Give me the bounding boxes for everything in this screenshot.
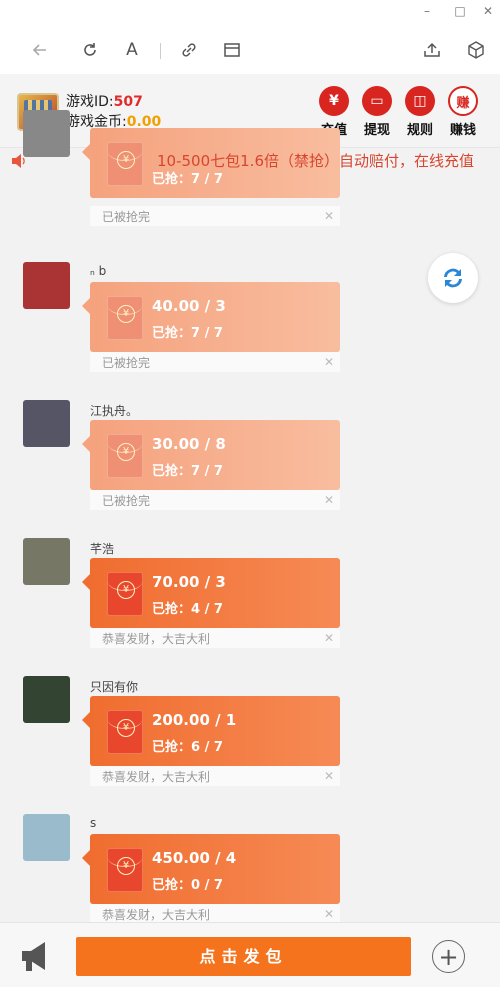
sender-name: 只因有你 — [90, 680, 139, 694]
megaphone-icon[interactable] — [18, 939, 58, 973]
packet-amount: 70.00 / 3 — [152, 573, 226, 591]
packet-grabbed: 已抢：7 / 7 — [152, 326, 223, 341]
avatar[interactable] — [23, 400, 70, 447]
pin-icon: ✕ — [323, 907, 334, 921]
packet-footer: 恭喜发财，大吉大利 ✕ — [90, 628, 340, 648]
packet-footer: 已被抢完 ✕ — [90, 490, 340, 510]
share-icon[interactable] — [420, 38, 444, 62]
cube-icon[interactable] — [464, 38, 488, 62]
red-packet[interactable]: ¥ 40.00 / 3 已抢：7 / 7 — [82, 282, 340, 352]
avatar[interactable] — [23, 538, 70, 585]
message-item: ѕ ¥ 450.00 / 4 已抢：0 / 7 恭喜发财，大吉大利 ✕ — [0, 814, 500, 924]
game-id-label: 游戏ID: — [66, 94, 114, 110]
sender-name: ₙ b — [90, 264, 107, 278]
packet-grabbed: 已抢：0 / 7 — [152, 878, 223, 893]
red-packet[interactable]: ¥ 30.00 / 8 已抢：7 / 7 — [82, 420, 340, 490]
packet-status: 恭喜发财，大吉大利 — [102, 770, 211, 784]
packet-grabbed: 已抢：6 / 7 — [152, 740, 223, 755]
minimize-button[interactable]: – — [417, 3, 437, 19]
refresh-page-icon[interactable] — [78, 38, 102, 62]
packet-status: 已被抢完 — [102, 210, 151, 224]
toolbar-divider — [160, 43, 161, 59]
red-packet[interactable]: ¥ 200.00 / 1 已抢：6 / 7 — [82, 696, 340, 766]
envelope-icon: ¥ — [107, 848, 143, 892]
sender-name: ѕ — [90, 816, 97, 830]
message-item: 芊浩 ¥ 70.00 / 3 已抢：4 / 7 恭喜发财，大吉大利 ✕ — [0, 538, 500, 648]
packet-grabbed: 已抢：4 / 7 — [152, 602, 223, 617]
packet-footer: 已被抢完 ✕ — [90, 206, 340, 226]
add-icon[interactable]: + — [432, 940, 465, 973]
packet-amount: 40.00 / 3 — [152, 297, 226, 315]
pin-icon: ✕ — [323, 493, 334, 507]
packet-amount: 200.00 / 1 — [152, 711, 237, 729]
envelope-icon: ¥ — [107, 296, 143, 340]
packet-status: 恭喜发财，大吉大利 — [102, 908, 211, 922]
browser-toolbar: A — [0, 26, 500, 74]
send-red-packet-button[interactable]: 点击发包 — [76, 937, 411, 976]
pin-icon: ✕ — [323, 631, 334, 645]
window-icon[interactable] — [220, 38, 244, 62]
packet-grabbed: 已抢：7 / 7 — [152, 464, 223, 479]
packet-status: 已被抢完 — [102, 356, 151, 370]
avatar[interactable] — [23, 814, 70, 861]
red-packet[interactable]: ¥ 70.00 / 3 已抢：4 / 7 — [82, 558, 340, 628]
link-icon[interactable] — [177, 38, 201, 62]
packet-amount: 30.00 / 8 — [152, 435, 226, 453]
pin-icon: ✕ — [323, 209, 334, 223]
pin-icon: ✕ — [323, 355, 334, 369]
font-size-icon[interactable]: A — [120, 38, 144, 62]
back-icon[interactable] — [28, 38, 52, 62]
pin-icon: ✕ — [323, 769, 334, 783]
envelope-icon: ¥ — [107, 572, 143, 616]
refresh-icon — [444, 268, 462, 288]
avatar[interactable] — [23, 676, 70, 723]
close-button[interactable]: ✕ — [478, 3, 498, 19]
sender-name: 江执舟。 — [90, 404, 139, 418]
announcement-text: 10-500七包1.6倍（禁抢）自动赔付，在线充值 — [157, 152, 474, 170]
window-titlebar: – □ ✕ — [0, 0, 500, 26]
refresh-button[interactable] — [428, 253, 478, 303]
packet-footer: 恭喜发财，大吉大利 ✕ — [90, 766, 340, 786]
packet-footer: 恭喜发财，大吉大利 ✕ — [90, 904, 340, 924]
message-item: 只因有你 ¥ 200.00 / 1 已抢：6 / 7 恭喜发财，大吉大利 ✕ — [0, 676, 500, 786]
game-id-value: 507 — [113, 94, 143, 110]
packet-footer: 已被抢完 ✕ — [90, 352, 340, 372]
envelope-icon: ¥ — [107, 710, 143, 754]
message-item: ₙ b ¥ 40.00 / 3 已抢：7 / 7 已被抢完 ✕ — [0, 262, 500, 372]
red-packet[interactable]: ¥ 450.00 / 4 已抢：0 / 7 — [82, 834, 340, 904]
packet-amount: 450.00 / 4 — [152, 849, 237, 867]
bottom-bar: 点击发包 + — [0, 922, 500, 987]
sender-name: 芊浩 — [90, 542, 115, 556]
packet-status: 恭喜发财，大吉大利 — [102, 632, 211, 646]
avatar[interactable] — [23, 262, 70, 309]
announcement-marquee: 10-500七包1.6倍（禁抢）自动赔付，在线充值 — [0, 148, 500, 174]
packet-status: 已被抢完 — [102, 494, 151, 508]
maximize-button[interactable]: □ — [450, 3, 470, 19]
envelope-icon: ¥ — [107, 434, 143, 478]
speaker-icon — [12, 154, 25, 168]
message-item: 江执舟。 ¥ 30.00 / 8 已抢：7 / 7 已被抢完 ✕ — [0, 400, 500, 510]
